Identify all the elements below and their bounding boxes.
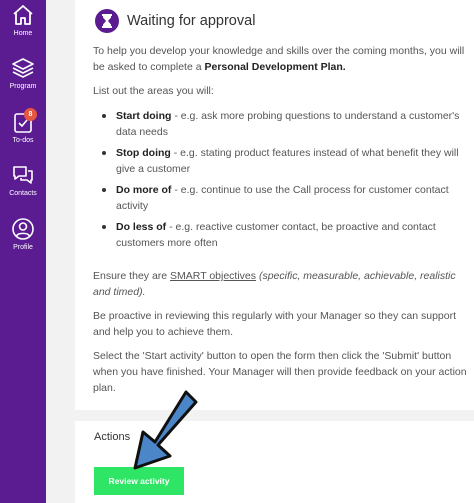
list-item: Do less of - e.g. reactive customer cont… bbox=[93, 219, 469, 251]
list-item-bold: Do less of bbox=[116, 221, 167, 233]
instructions-paragraph: Select the 'Start activity' button to op… bbox=[93, 350, 467, 394]
sidebar-item-home[interactable]: Home bbox=[0, 3, 46, 37]
list-item: Stop doing - e.g. stating product featur… bbox=[93, 145, 469, 177]
sidebar-item-label: Contacts bbox=[9, 190, 37, 197]
sidebar-item-todos[interactable]: 8 To-dos bbox=[0, 108, 46, 144]
list-item-bold: Start doing bbox=[116, 110, 172, 122]
user-circle-icon bbox=[12, 218, 34, 240]
sidebar-item-contacts[interactable]: Contacts bbox=[0, 163, 46, 197]
actions-card: Actions Review activity bbox=[75, 421, 474, 503]
sidebar: Home Program 8 To-dos Contacts Profile bbox=[0, 0, 46, 503]
list-item: Do more of - e.g. continue to use the Ca… bbox=[93, 182, 469, 214]
sidebar-item-profile[interactable]: Profile bbox=[0, 217, 46, 251]
actions-title: Actions bbox=[94, 431, 131, 443]
list-item-bold: Do more of bbox=[116, 184, 172, 196]
sidebar-item-label: Program bbox=[9, 83, 37, 90]
layers-icon bbox=[12, 58, 34, 78]
sidebar-item-label: Home bbox=[13, 30, 33, 37]
intro-bold: Personal Development Plan. bbox=[204, 61, 346, 73]
todos-count-badge: 8 bbox=[24, 108, 37, 121]
sidebar-item-program[interactable]: Program bbox=[0, 56, 46, 90]
list-item-bold: Stop doing bbox=[116, 147, 171, 159]
card-header: Waiting for approval bbox=[95, 9, 255, 33]
smart-prefix: Ensure they are bbox=[93, 270, 171, 282]
list-item: Start doing - e.g. ask more probing ques… bbox=[93, 108, 469, 140]
activity-description-card: Waiting for approval To help you develop… bbox=[75, 0, 474, 410]
review-paragraph: Be proactive in reviewing this regularly… bbox=[93, 310, 457, 338]
smart-paragraph: Ensure they are SMART objectives (specif… bbox=[93, 268, 469, 300]
intro-paragraph: To help you develop your knowledge and s… bbox=[93, 43, 469, 75]
development-areas-list: Start doing - e.g. ask more probing ques… bbox=[93, 108, 469, 256]
home-icon bbox=[13, 5, 33, 25]
review-activity-button[interactable]: Review activity bbox=[94, 467, 184, 495]
list-intro: List out the areas you will: bbox=[93, 85, 214, 97]
smart-objectives-link[interactable]: SMART objectives bbox=[170, 270, 256, 282]
sidebar-item-label: Profile bbox=[13, 244, 33, 251]
sidebar-item-label: To-dos bbox=[12, 137, 34, 144]
card-title: Waiting for approval bbox=[127, 13, 256, 29]
hourglass-icon bbox=[95, 9, 119, 33]
chat-bubbles-icon bbox=[13, 166, 33, 184]
